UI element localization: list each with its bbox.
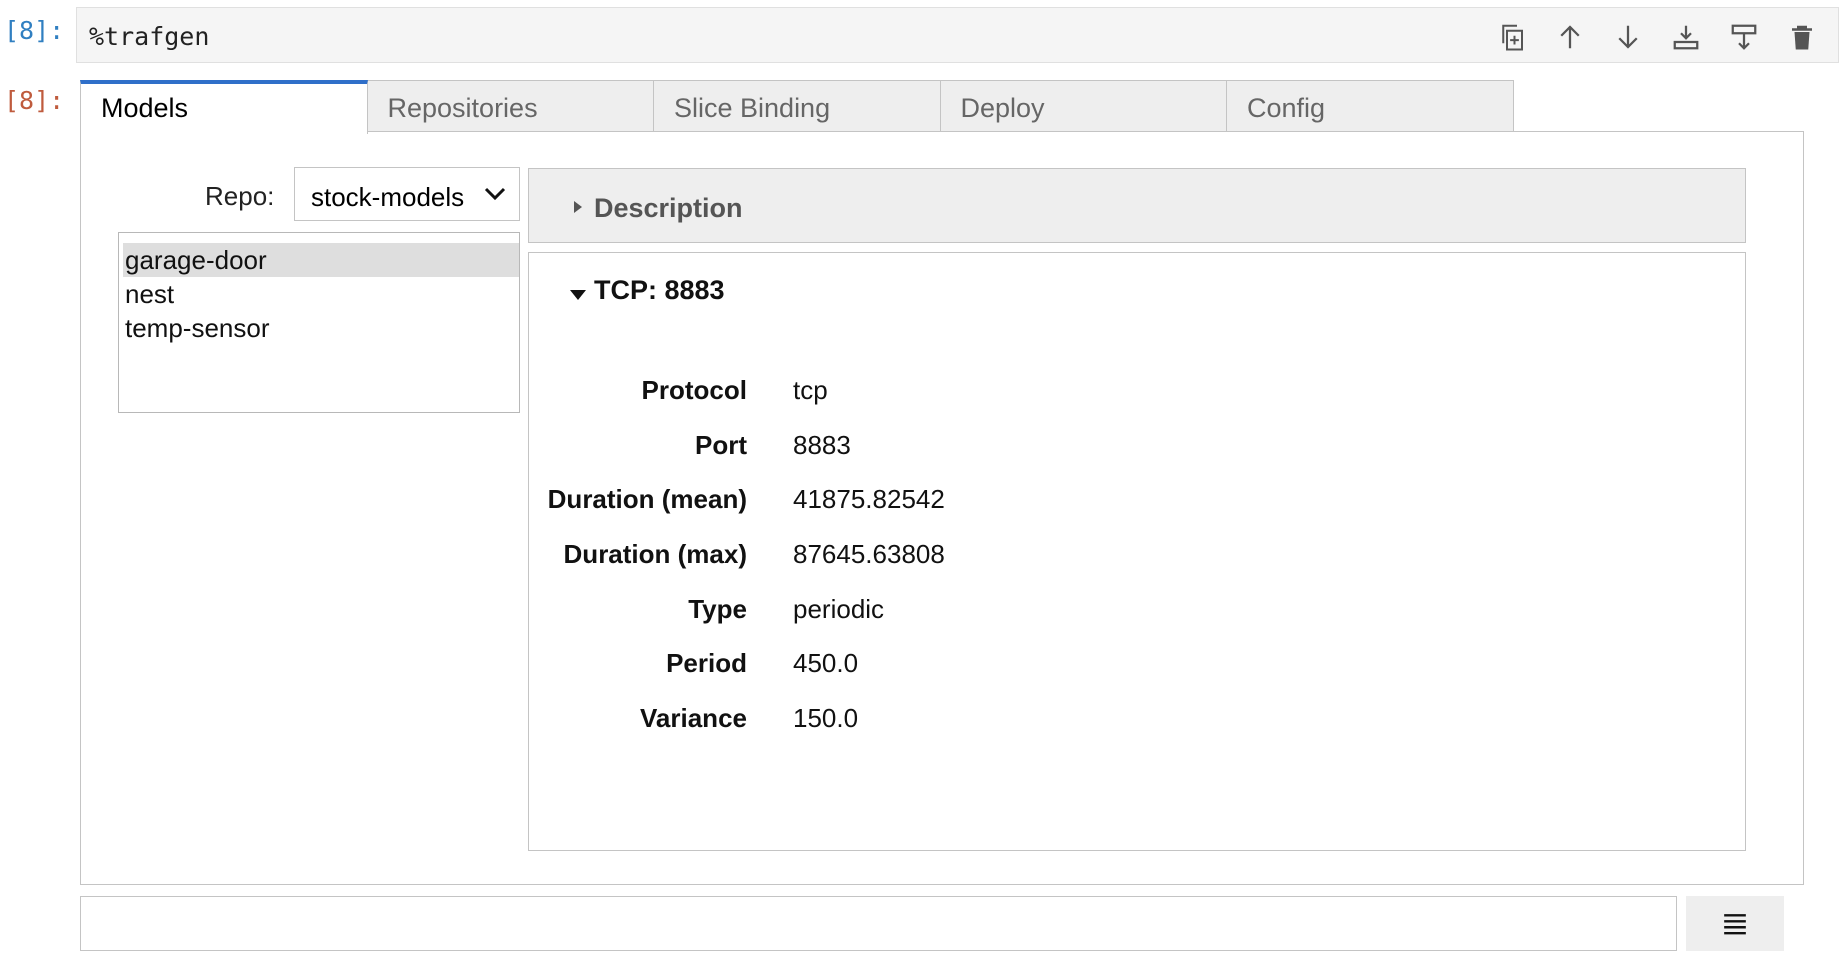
list-item[interactable]: temp-sensor bbox=[123, 311, 519, 345]
insert-below-icon bbox=[1673, 25, 1699, 50]
output-prompt: [8]: bbox=[4, 86, 65, 115]
property-row: Variance 150.0 bbox=[529, 703, 1429, 743]
property-row: Duration (mean) 41875.82542 bbox=[529, 484, 1429, 524]
property-key: Duration (max) bbox=[563, 539, 747, 569]
duplicate-icon bbox=[1502, 24, 1523, 51]
tab-deploy[interactable]: Deploy bbox=[939, 80, 1228, 132]
tab-slice-binding[interactable]: Slice Binding bbox=[653, 80, 941, 132]
input-prompt: [8]: bbox=[4, 16, 65, 45]
tab-repositories[interactable]: Repositories bbox=[366, 80, 655, 132]
property-row: Protocol tcp bbox=[529, 375, 1429, 415]
tcp-title: TCP: 8883 bbox=[594, 275, 725, 305]
delete-button[interactable] bbox=[1784, 19, 1820, 55]
tcp-accordion: TCP: 8883 Protocol tcp Port 8883 Duratio… bbox=[528, 252, 1746, 851]
property-row: Type periodic bbox=[529, 594, 1429, 634]
property-value: periodic bbox=[793, 594, 885, 624]
menu-icon bbox=[1724, 913, 1746, 934]
list-item[interactable]: nest bbox=[123, 277, 519, 311]
list-item[interactable]: garage-door bbox=[123, 243, 519, 277]
repo-dropdown[interactable]: stock-models bbox=[294, 167, 520, 221]
property-key: Period bbox=[666, 648, 747, 678]
command-input[interactable] bbox=[80, 896, 1677, 951]
property-key: Duration (mean) bbox=[547, 484, 747, 514]
property-value: 41875.82542 bbox=[793, 484, 945, 514]
property-key: Port bbox=[695, 430, 747, 460]
cell-toolbar bbox=[1494, 19, 1820, 55]
menu-button[interactable] bbox=[1686, 896, 1784, 951]
chevron-down-icon bbox=[484, 187, 506, 201]
insert-below-button[interactable] bbox=[1668, 19, 1704, 55]
tab-config[interactable]: Config bbox=[1226, 80, 1514, 132]
duplicate-button[interactable] bbox=[1494, 19, 1530, 55]
property-value: 150.0 bbox=[793, 703, 859, 733]
tab-models[interactable]: Models bbox=[80, 80, 368, 134]
repo-selected-value: stock-models bbox=[311, 182, 465, 212]
move-down-button[interactable] bbox=[1610, 19, 1646, 55]
property-key: Variance bbox=[640, 703, 747, 733]
move-up-icon bbox=[1560, 25, 1580, 49]
property-value: tcp bbox=[793, 375, 828, 405]
property-row: Duration (max) 87645.63808 bbox=[529, 539, 1429, 579]
repo-label: Repo: bbox=[205, 181, 275, 211]
code-cell[interactable]: %trafgen bbox=[76, 7, 1839, 63]
move-up-button[interactable] bbox=[1552, 19, 1588, 55]
code-text[interactable]: %trafgen bbox=[89, 22, 209, 51]
caret-right-icon bbox=[574, 201, 582, 213]
property-row: Port 8883 bbox=[529, 430, 1429, 470]
description-title: Description bbox=[594, 193, 743, 223]
delete-icon bbox=[1792, 25, 1812, 50]
property-row: Period 450.0 bbox=[529, 648, 1429, 688]
property-value: 450.0 bbox=[793, 648, 859, 678]
description-accordion-header[interactable]: Description bbox=[528, 168, 1746, 243]
insert-above-button[interactable] bbox=[1726, 19, 1762, 55]
insert-above-icon bbox=[1731, 24, 1757, 50]
property-value: 8883 bbox=[793, 430, 851, 460]
move-down-icon bbox=[1618, 25, 1638, 49]
property-key: Protocol bbox=[641, 375, 747, 405]
caret-down-icon bbox=[570, 290, 586, 300]
property-key: Type bbox=[688, 594, 747, 624]
property-value: 87645.63808 bbox=[793, 539, 945, 569]
tab-bar: Models Repositories Slice Binding Deploy… bbox=[80, 80, 1514, 134]
